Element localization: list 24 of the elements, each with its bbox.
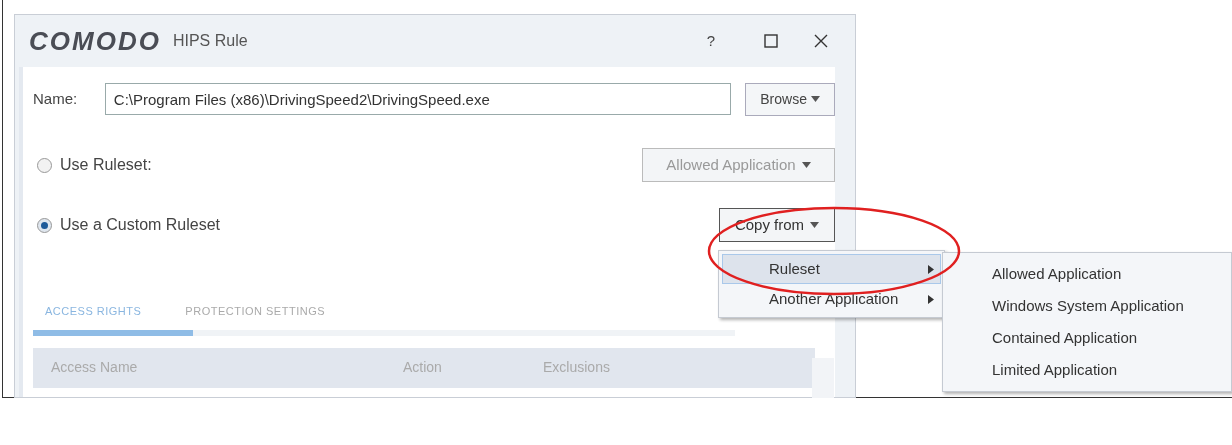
copy-from-button[interactable]: Copy from bbox=[719, 208, 835, 242]
caret-icon bbox=[810, 96, 820, 102]
caret-icon bbox=[801, 162, 811, 168]
menu-item[interactable]: Limited Application bbox=[943, 354, 1231, 386]
radio-option[interactable]: Use Ruleset: bbox=[33, 153, 553, 177]
close-icon bbox=[814, 34, 828, 48]
submenu-arrow-icon bbox=[928, 264, 934, 274]
menu-item[interactable]: Another Application bbox=[722, 284, 941, 314]
menu-item[interactable]: Allowed Application bbox=[943, 258, 1231, 290]
maximize-icon bbox=[764, 34, 778, 48]
menu-item[interactable]: Contained Application bbox=[943, 322, 1231, 354]
menu-item[interactable]: Windows System Application bbox=[943, 290, 1231, 322]
logo: COMODO bbox=[29, 24, 161, 58]
browse-button[interactable]: Browse bbox=[745, 82, 835, 116]
radio-option[interactable]: Use a Custom Ruleset bbox=[33, 213, 553, 237]
window-title: HIPS Rule bbox=[172, 31, 248, 51]
radio-button[interactable] bbox=[37, 157, 52, 173]
name-label: Name: bbox=[33, 88, 79, 109]
radio-button[interactable] bbox=[37, 217, 52, 233]
submenu-arrow-icon bbox=[928, 294, 934, 304]
menu-item[interactable]: Ruleset bbox=[722, 254, 941, 284]
caret-icon bbox=[810, 222, 820, 228]
help-button[interactable]: ? bbox=[691, 29, 731, 53]
name-field[interactable]: C:\Program Files (x86)\DrivingSpeed2\DrivingSpeed.exe bbox=[104, 83, 732, 115]
